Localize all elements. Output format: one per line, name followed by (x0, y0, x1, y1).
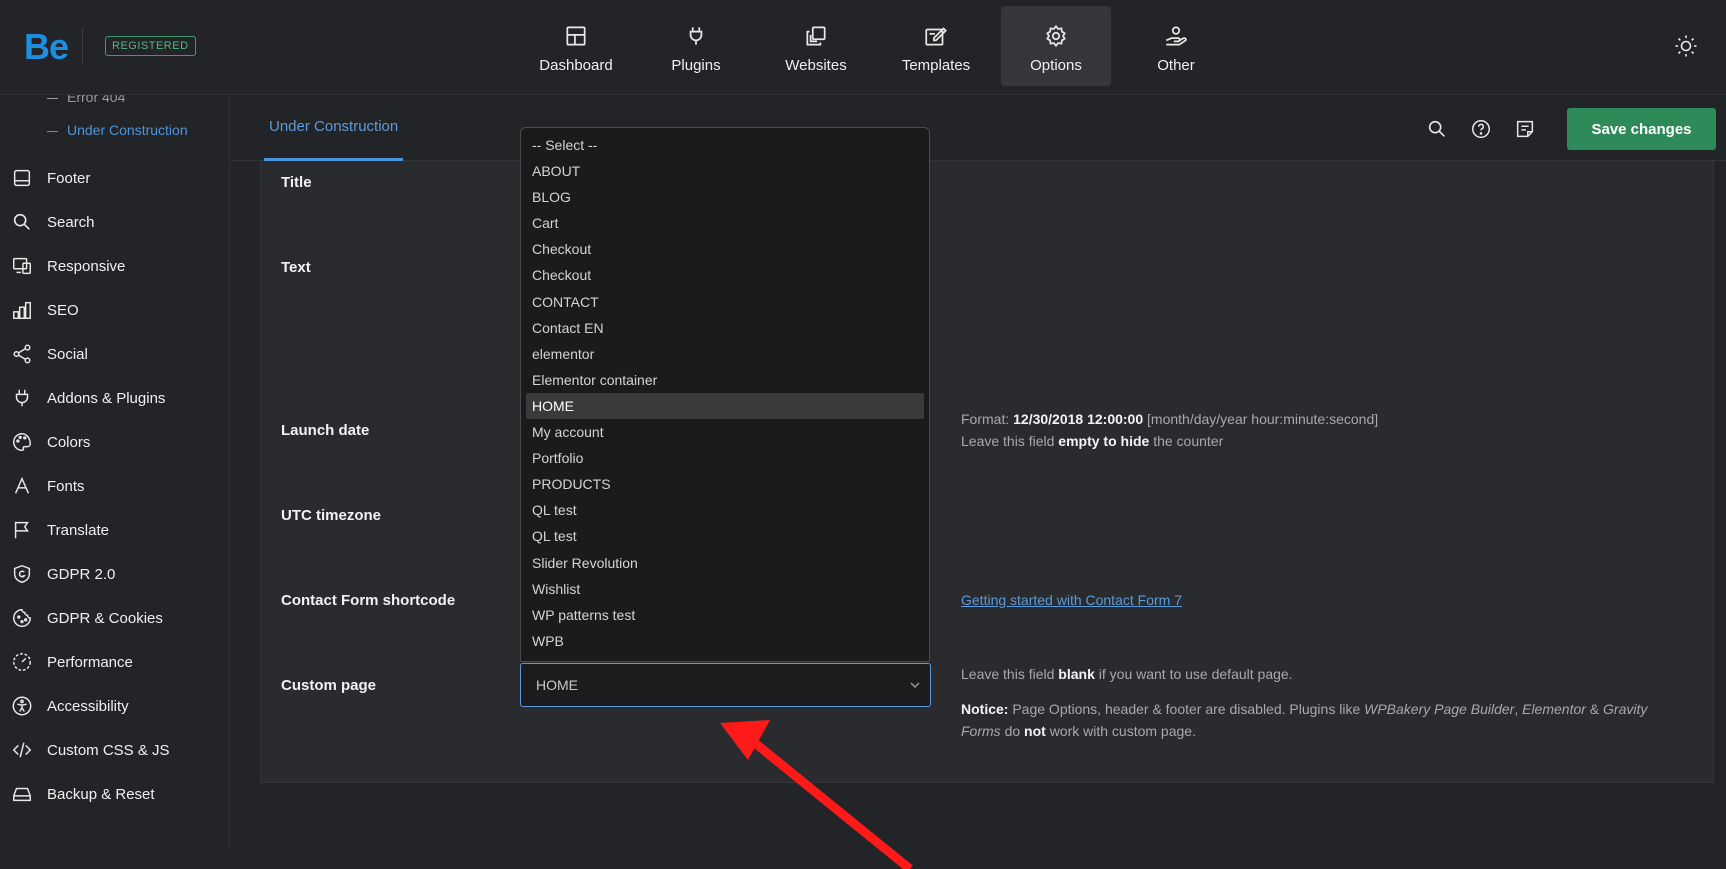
custom-page-hint: Leave this field blank if you want to us… (961, 666, 1648, 739)
nav-dashboard[interactable]: Dashboard (521, 6, 631, 86)
theme-toggle-sun-icon[interactable] (1674, 34, 1698, 58)
dropdown-option[interactable]: Checkout (526, 262, 924, 288)
sidebar-item-social[interactable]: Social (0, 334, 229, 374)
shield-icon (13, 564, 31, 584)
sidebar-item-custom-css-js[interactable]: Custom CSS & JS (0, 730, 229, 770)
nav-label: Other (1157, 56, 1195, 74)
code-icon (12, 742, 32, 758)
tab-bar: Under Construction (231, 95, 1726, 161)
sidebar-item-addons-plugins[interactable]: Addons & Plugins (0, 378, 229, 418)
field-label-custom-page: Custom page (281, 677, 377, 694)
gear-icon (1046, 24, 1066, 47)
drive-icon (13, 787, 31, 802)
contact-form-7-link[interactable]: Getting started with Contact Form 7 (961, 592, 1182, 608)
tab-under-construction[interactable]: Under Construction (264, 95, 404, 161)
dropdown-option[interactable]: Portfolio (526, 445, 924, 471)
dropdown-option[interactable]: Contact EN (526, 315, 924, 341)
sidebar-item-search[interactable]: Search (0, 202, 229, 242)
plug-icon (15, 389, 29, 407)
websites-icon (806, 25, 826, 46)
search-icon[interactable] (1426, 118, 1448, 140)
field-label-title: Title (281, 174, 312, 191)
save-changes-button[interactable]: Save changes (1567, 108, 1716, 150)
dropdown-option-selected[interactable]: HOME (526, 392, 924, 420)
plug-icon (689, 26, 703, 45)
chevron-down-icon (910, 682, 920, 688)
dropdown-option[interactable]: elementor (526, 341, 924, 367)
dropdown-option[interactable]: WPB (526, 628, 924, 654)
dropdown-option[interactable]: -- Select -- (526, 132, 924, 158)
sidebar-subitem-under-construction[interactable]: Under Construction (47, 122, 188, 138)
search-icon (13, 213, 30, 230)
palette-icon (13, 433, 31, 451)
hand-user-icon (1165, 25, 1187, 46)
field-label-launch-date: Launch date (281, 422, 370, 439)
dropdown-option[interactable]: Cart (526, 210, 924, 236)
nav-label: Templates (901, 56, 971, 74)
annotation-arrow-icon (720, 720, 913, 869)
dropdown-option[interactable]: Slider Revolution (526, 550, 924, 576)
gauge-icon (13, 653, 31, 671)
dropdown-option[interactable]: QL test (526, 497, 924, 523)
dropdown-option[interactable]: PRODUCTS (526, 471, 924, 497)
registered-badge: REGISTERED (105, 36, 196, 56)
font-icon (14, 476, 30, 494)
dropdown-option[interactable]: Checkout (526, 236, 924, 262)
sidebar-item-gdpr-cookies[interactable]: GDPR & Cookies (0, 598, 229, 638)
sidebar-item-footer[interactable]: Footer (0, 158, 229, 198)
dropdown-option[interactable]: My account (526, 419, 924, 445)
sidebar-item-fonts[interactable]: Fonts (0, 466, 229, 506)
launch-date-hint: Format: 12/30/2018 12:00:00 [month/day/y… (961, 411, 1379, 449)
sidebar-item-colors[interactable]: Colors (0, 422, 229, 462)
top-bar: Be REGISTERED Dashboard Plugins Websites… (0, 0, 1726, 95)
dropdown-option[interactable]: BLOG (526, 184, 924, 210)
sidebar-item-gdpr-2[interactable]: GDPR 2.0 (0, 554, 229, 594)
logo[interactable]: Be (24, 26, 69, 68)
nav-label: Dashboard (539, 56, 613, 74)
dropdown-option[interactable]: Wishlist (526, 576, 924, 602)
templates-icon (925, 26, 947, 46)
field-label-utc-timezone: UTC timezone (281, 507, 382, 524)
nav-other[interactable]: Other (1121, 6, 1231, 86)
share-icon (13, 344, 31, 364)
sidebar: Error 404 Under Construction Footer Sear… (0, 95, 230, 847)
sidebar-item-seo[interactable]: SEO (0, 290, 229, 330)
cookie-icon (13, 609, 31, 627)
nav-websites[interactable]: Websites (761, 6, 871, 86)
dropdown-option[interactable]: Elementor container (526, 367, 924, 393)
nav-options[interactable]: Options (1001, 6, 1111, 86)
nav-plugins[interactable]: Plugins (641, 6, 751, 86)
dropdown-option[interactable]: ABOUT (526, 158, 924, 184)
sidebar-item-responsive[interactable]: Responsive (0, 246, 229, 286)
flag-icon (14, 521, 29, 539)
responsive-icon (13, 257, 31, 275)
nav-label: Plugins (671, 56, 721, 74)
main-nav: Dashboard Plugins Websites Templates Opt… (521, 6, 1241, 86)
accessibility-icon (12, 696, 32, 716)
contact-form-hint: Getting started with Contact Form 7 (961, 589, 1182, 611)
dropdown-option[interactable]: QL test (526, 523, 924, 549)
dropdown-option[interactable]: WP patterns test (526, 602, 924, 628)
logo-divider (82, 28, 83, 64)
field-label-contact-form: Contact Form shortcode (281, 592, 456, 609)
help-icon[interactable] (1470, 118, 1492, 140)
nav-label: Websites (785, 56, 847, 74)
sidebar-subitem-error-404[interactable]: Error 404 (47, 95, 125, 105)
sidebar-item-accessibility[interactable]: Accessibility (0, 686, 229, 726)
notes-icon[interactable] (1514, 118, 1536, 140)
field-label-text: Text (281, 259, 311, 276)
sidebar-item-performance[interactable]: Performance (0, 642, 229, 682)
dashboard-icon (566, 25, 586, 46)
custom-page-select-value: HOME (536, 677, 578, 693)
nav-templates[interactable]: Templates (881, 6, 991, 86)
dropdown-option[interactable]: CONTACT (526, 289, 924, 315)
bar-chart-icon (13, 301, 31, 319)
footer-icon (13, 169, 31, 187)
sidebar-item-backup-reset[interactable]: Backup & Reset (0, 774, 229, 814)
sidebar-item-translate[interactable]: Translate (0, 510, 229, 550)
nav-label: Options (1030, 56, 1082, 74)
custom-page-dropdown: -- Select -- ABOUT BLOG Cart Checkout Ch… (520, 127, 930, 662)
